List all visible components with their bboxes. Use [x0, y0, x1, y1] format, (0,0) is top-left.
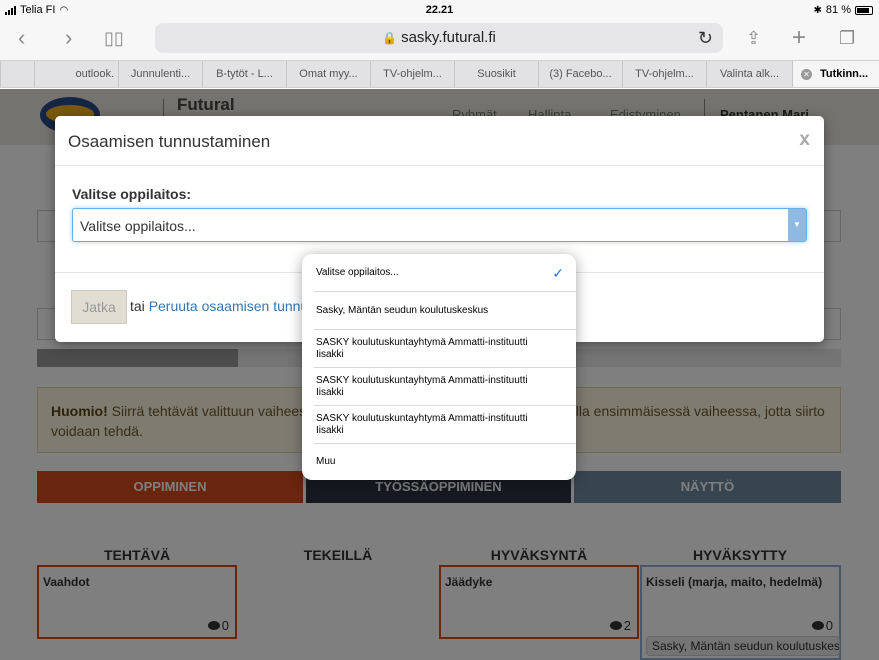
school-option[interactable]: Sasky, Mäntän seudun koulutuskeskus [314, 292, 576, 330]
browser-toolbar: ‹ › ▯▯ 🔒 sasky.futural.fi ↻ ⇪ + ❐ [0, 20, 879, 60]
modal-header: Osaamisen tunnustaminen x [55, 116, 824, 166]
close-icon[interactable]: x [799, 129, 810, 151]
school-select[interactable]: Valitse oppilaitos... ▼ [72, 208, 807, 242]
tabs-overview-icon[interactable]: ❐ [839, 26, 855, 50]
bookmarks-icon[interactable]: ▯▯ [104, 26, 124, 50]
address-bar[interactable]: 🔒 sasky.futural.fi ↻ [155, 23, 723, 53]
school-option[interactable]: Valitse oppilaitos... ✓ [314, 254, 576, 292]
option-label: Sasky, Mäntän seudun koulutuskeskus [316, 304, 489, 316]
bluetooth-icon: ✱ [813, 4, 822, 16]
option-label: SASKY koulutuskuntayhtymä Ammatti-instit… [316, 374, 528, 398]
tab[interactable]: Junnulenti... [118, 61, 202, 87]
school-option[interactable]: SASKY koulutuskuntayhtymä Ammatti-instit… [314, 406, 576, 444]
tab[interactable]: Suosikit [454, 61, 538, 87]
school-option[interactable]: SASKY koulutuskuntayhtymä Ammatti-instit… [314, 330, 576, 368]
new-tab-icon[interactable]: + [792, 26, 806, 50]
tab-bar: outlook. Junnulenti... B-tytöt - L... Om… [0, 60, 879, 88]
tab[interactable]: outlook. [34, 61, 118, 87]
status-bar: Telia FI ◠ 22.21 ✱ 81 % [0, 0, 879, 20]
modal-title: Osaamisen tunnustaminen [68, 132, 271, 151]
school-option[interactable]: Muu [314, 444, 576, 480]
option-label: Valitse oppilaitos... [316, 266, 399, 278]
close-tab-icon[interactable]: ✕ [801, 69, 812, 80]
back-icon[interactable]: ‹ [18, 26, 25, 50]
footer-text: tai Peruuta osaamisen tunnus [130, 298, 315, 314]
tab[interactable]: TV-ohjelm... [370, 61, 454, 87]
forward-icon[interactable]: › [65, 26, 72, 50]
battery-icon [855, 5, 873, 15]
option-label: Muu [316, 456, 336, 467]
tab-blank[interactable] [0, 61, 34, 87]
option-label: SASKY koulutuskuntayhtymä Ammatti-instit… [316, 336, 528, 360]
tab[interactable]: (3) Facebo... [538, 61, 622, 87]
chevron-down-icon[interactable]: ▼ [788, 209, 806, 241]
lock-icon: 🔒 [382, 31, 398, 45]
or-text: tai [130, 298, 145, 314]
url-text: sasky.futural.fi [401, 29, 496, 46]
clock: 22.21 [425, 4, 454, 16]
school-option[interactable]: SASKY koulutuskuntayhtymä Ammatti-instit… [314, 368, 576, 406]
school-options-popover: Valitse oppilaitos... ✓ Sasky, Mäntän se… [302, 254, 576, 480]
tab-active[interactable]: ✕ Tutkinn... [792, 61, 879, 87]
tab-label: Tutkinn... [820, 68, 869, 80]
tab[interactable]: Valinta alk... [706, 61, 792, 87]
reload-icon[interactable]: ↻ [698, 23, 713, 53]
school-select-value: Valitse oppilaitos... [80, 218, 196, 234]
cancel-recognition-link[interactable]: Peruuta osaamisen tunnus [149, 298, 316, 314]
tab[interactable]: TV-ohjelm... [622, 61, 706, 87]
battery-percent: 81 % [825, 4, 851, 16]
share-icon[interactable]: ⇪ [746, 26, 761, 50]
tab[interactable]: Omat myy... [286, 61, 370, 87]
checkmark-icon: ✓ [552, 264, 564, 281]
option-label: SASKY koulutuskuntayhtymä Ammatti-instit… [316, 412, 528, 436]
school-select-label: Valitse oppilaitos: [72, 186, 192, 202]
continue-button[interactable]: Jatka [71, 290, 127, 324]
tab[interactable]: B-tytöt - L... [202, 61, 286, 87]
